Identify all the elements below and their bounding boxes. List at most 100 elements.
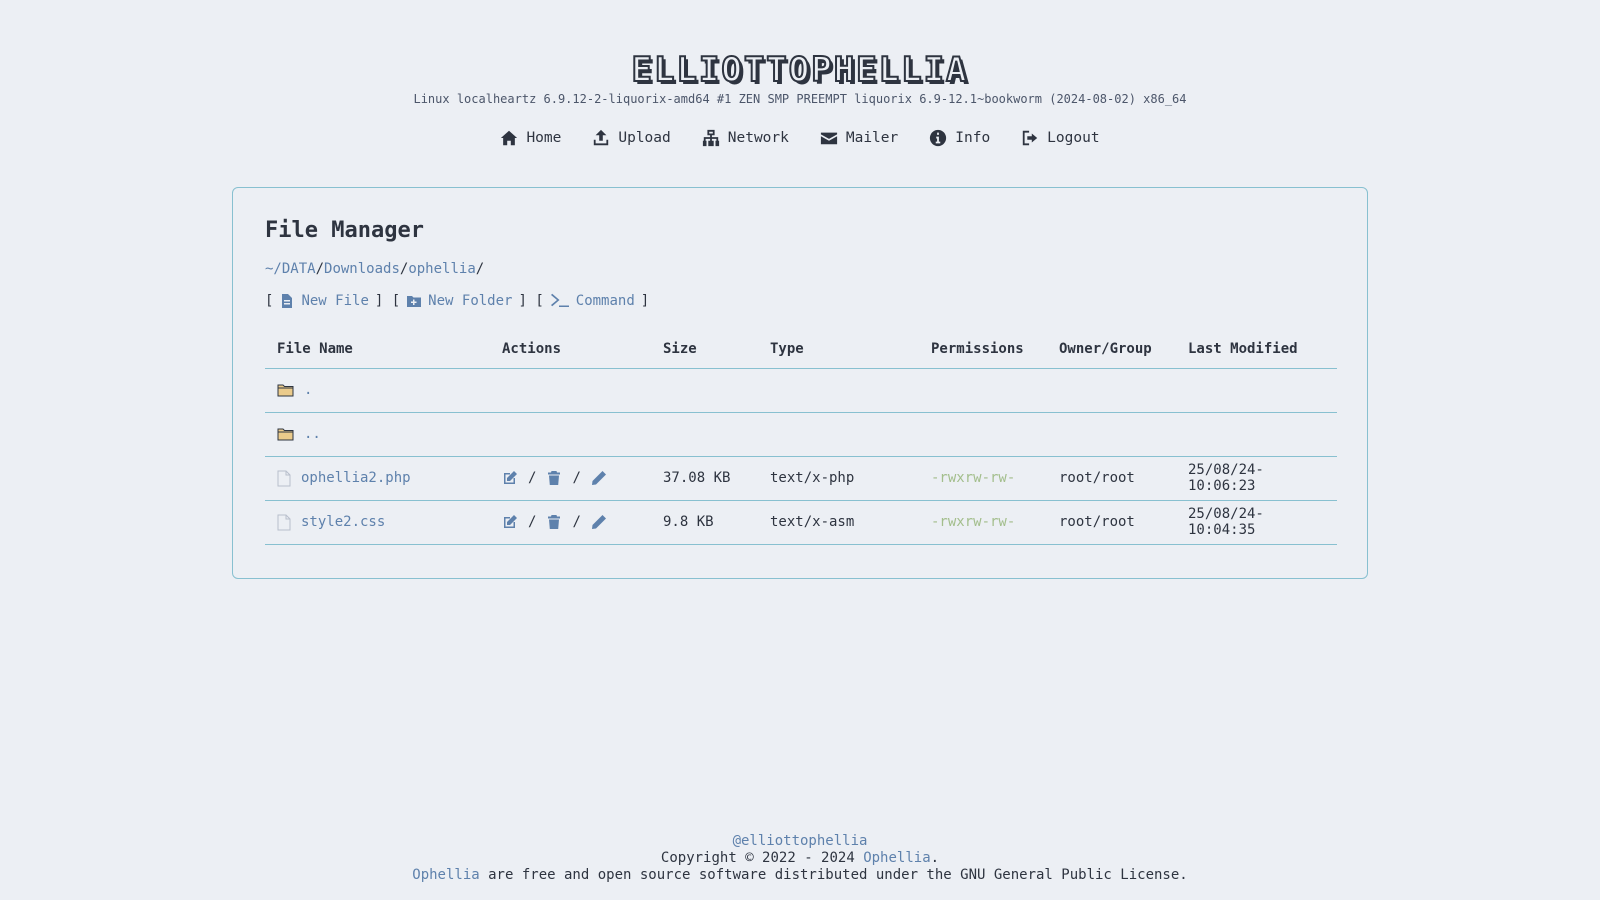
edit-button[interactable] — [502, 514, 518, 530]
file-name[interactable]: style2.css — [301, 514, 385, 530]
delete-button[interactable] — [546, 514, 562, 530]
nav-mailer-label: Mailer — [845, 130, 899, 146]
new-folder-label: New Folder — [428, 293, 513, 309]
file-type: text/x-asm — [758, 500, 919, 545]
col-type[interactable]: Type — [758, 330, 919, 369]
file-add-icon — [282, 294, 293, 308]
pencil-icon — [591, 471, 606, 485]
nav-info-label: Info — [955, 130, 991, 146]
folder-name[interactable]: . — [304, 382, 312, 398]
folder-add-icon — [407, 296, 422, 307]
pencil-icon — [591, 515, 606, 529]
folder-entry[interactable]: . — [277, 382, 478, 398]
file-icon — [277, 514, 291, 531]
footer-copyright: Copyright © 2022 - 2024 Ophellia. — [0, 850, 1600, 867]
action-separator: / — [572, 470, 581, 486]
file-name[interactable]: ophellia2.php — [301, 470, 411, 486]
table-row: . — [265, 368, 1337, 413]
rename-button[interactable] — [591, 514, 607, 530]
file-permissions[interactable]: -rwxrw-rw- — [919, 500, 1047, 545]
file-modified: 25/08/24-10:06:23 — [1176, 456, 1337, 501]
col-last-modified[interactable]: Last Modified — [1176, 330, 1337, 369]
breadcrumb-root[interactable]: ~/ — [265, 261, 282, 277]
info-icon — [930, 129, 947, 147]
license-link[interactable]: Ophellia — [412, 867, 479, 883]
file-actions: / / — [502, 470, 639, 486]
site-header: ELLIOTTOPHELLIA Linux localheartz 6.9.12… — [0, 49, 1600, 106]
folder-icon — [277, 427, 294, 441]
trash-icon — [548, 515, 561, 529]
col-file-name[interactable]: File Name — [265, 330, 490, 369]
new-folder-button[interactable]: New Folder — [406, 293, 512, 309]
nav-network-label: Network — [727, 130, 789, 146]
file-type: text/x-php — [758, 456, 919, 501]
file-icon — [277, 470, 291, 487]
file-owner: root/root — [1047, 500, 1176, 545]
rename-button[interactable] — [591, 470, 607, 486]
edit-button[interactable] — [502, 470, 518, 486]
home-icon — [501, 130, 518, 146]
file-manager-panel: File Manager ~/DATA / Downloads / ophellia / … — [232, 187, 1368, 579]
edit-icon — [504, 515, 517, 528]
new-file-label: New File — [301, 293, 369, 309]
col-size[interactable]: Size — [651, 330, 758, 369]
folder-name[interactable]: .. — [304, 426, 321, 442]
upload-icon — [594, 129, 609, 146]
breadcrumb: ~/DATA/Downloads/ophellia/ — [265, 261, 485, 277]
breadcrumb-item-data[interactable]: DATA — [282, 261, 316, 277]
license-text: are free and open source software distri… — [479, 867, 1188, 883]
file-permissions[interactable]: -rwxrw-rw- — [919, 456, 1047, 501]
file-entry[interactable]: ophellia2.php — [277, 470, 478, 487]
table-row: .. — [265, 412, 1337, 457]
nav-info[interactable]: Info — [929, 126, 990, 150]
breadcrumb-item-ophellia[interactable]: ophellia — [408, 261, 475, 277]
site-title: ELLIOTTOPHELLIA — [630, 49, 969, 91]
nav-home-label: Home — [526, 130, 562, 146]
copyright-link[interactable]: Ophellia — [863, 850, 930, 866]
nav-network[interactable]: Network — [702, 126, 789, 150]
col-owner-group[interactable]: Owner/Group — [1047, 330, 1176, 369]
network-icon — [702, 129, 719, 147]
file-actions: / / — [502, 514, 639, 530]
delete-button[interactable] — [546, 470, 562, 486]
trash-icon — [548, 471, 561, 485]
footer-handle-link[interactable]: @elliottophellia — [733, 833, 868, 849]
file-table: File Name Actions Size Type Permissions … — [265, 330, 1337, 545]
panel-title: File Manager — [265, 218, 424, 243]
bracket-close: ] [ — [374, 293, 401, 309]
nav-upload[interactable]: Upload — [592, 126, 671, 150]
nav-logout-label: Logout — [1047, 130, 1100, 146]
command-label: Command — [575, 293, 635, 309]
nav-logout[interactable]: Logout — [1021, 126, 1100, 150]
file-owner: root/root — [1047, 456, 1176, 501]
table-header-row: File Name Actions Size Type Permissions … — [265, 330, 1337, 369]
command-button[interactable]: Command — [550, 293, 635, 309]
system-uname: Linux localheartz 6.9.12-2-liquorix-amd6… — [413, 92, 1187, 106]
footer-license: Ophellia are free and open source softwa… — [0, 867, 1600, 884]
file-size: 37.08 KB — [651, 456, 758, 501]
col-actions: Actions — [490, 330, 651, 369]
nav-upload-label: Upload — [618, 130, 671, 146]
bracket-open: [ — [265, 293, 274, 309]
folder-entry[interactable]: .. — [277, 426, 478, 442]
action-separator: / — [572, 514, 581, 530]
nav-mailer[interactable]: Mailer — [820, 126, 898, 150]
edit-icon — [504, 471, 517, 484]
terminal-icon — [550, 293, 569, 307]
table-row: style2.css / / 9.8 KB text/x-asm -rwxrw-… — [265, 500, 1337, 545]
file-size: 9.8 KB — [651, 500, 758, 545]
main-nav: Home Upload Network Mailer Info Logout — [0, 126, 1600, 150]
bracket-close: ] — [640, 293, 650, 309]
copyright-text: Copyright © 2022 - 2024 — [660, 850, 864, 866]
folder-icon — [277, 383, 294, 397]
breadcrumb-item-downloads[interactable]: Downloads — [324, 261, 400, 277]
file-modified: 25/08/24-10:04:35 — [1176, 500, 1337, 545]
logout-icon — [1022, 130, 1038, 146]
col-permissions[interactable]: Permissions — [919, 330, 1047, 369]
nav-home[interactable]: Home — [500, 126, 561, 150]
mail-icon — [820, 132, 837, 145]
file-entry[interactable]: style2.css — [277, 514, 478, 531]
action-separator: / — [528, 470, 537, 486]
file-toolbar: [ New File ] [ New Folder ] [ Command ] — [265, 292, 1335, 310]
new-file-button[interactable]: New File — [279, 293, 369, 309]
